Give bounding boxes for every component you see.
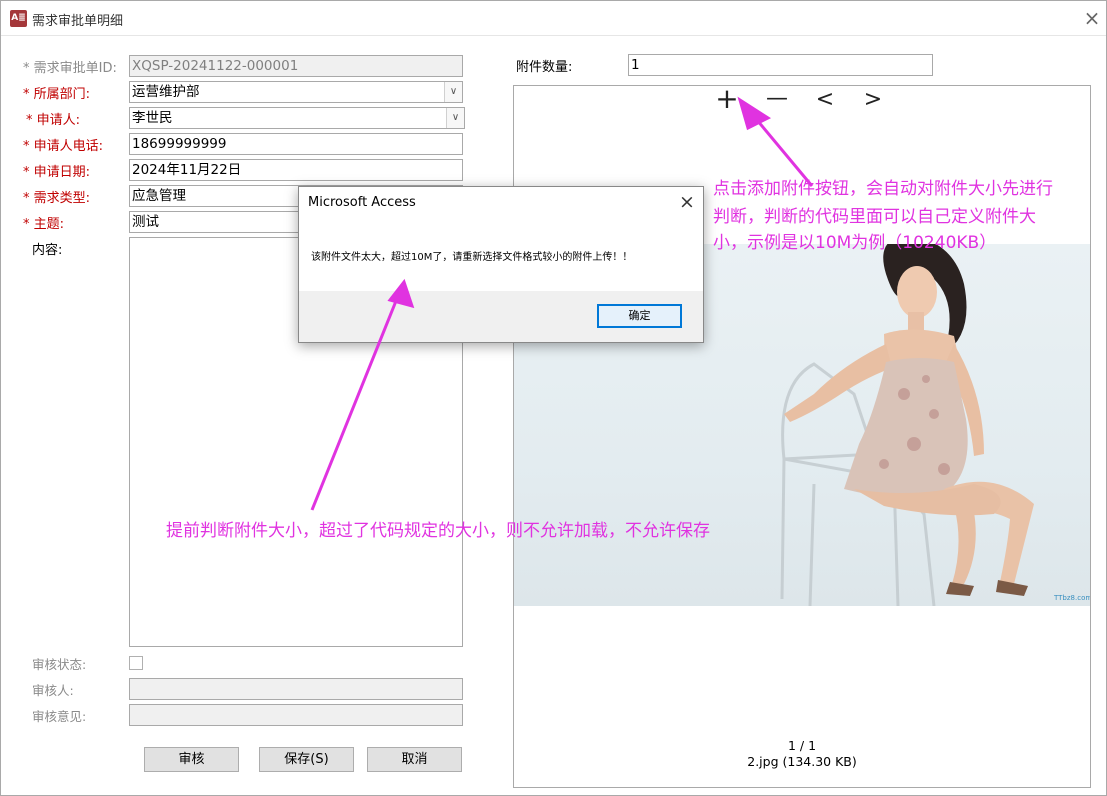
- annotation-arrows: [310, 96, 814, 511]
- arrow-head-dialog: [387, 278, 415, 309]
- arrow-to-add-button: [750, 113, 814, 187]
- arrow-to-dialog: [310, 295, 400, 511]
- arrow-head-add: [737, 96, 772, 131]
